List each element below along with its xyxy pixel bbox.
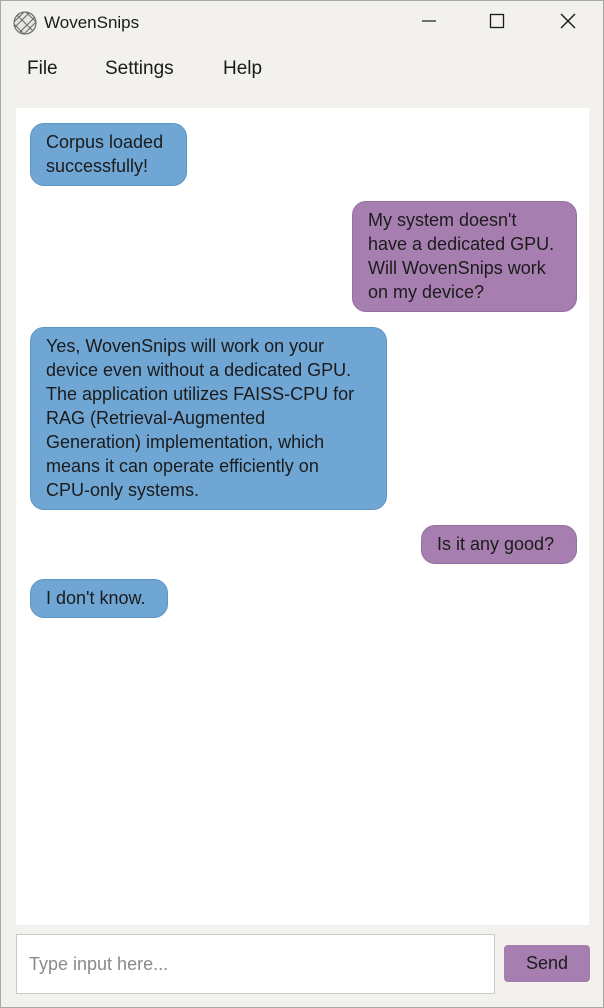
minimize-icon	[421, 13, 437, 34]
send-button[interactable]: Send	[504, 945, 590, 982]
bot-message: I don't know.	[30, 579, 168, 618]
message-input[interactable]	[16, 934, 495, 994]
chat-history[interactable]: Corpus loaded successfully! My system do…	[16, 108, 589, 925]
menu-bar: File Settings Help	[1, 45, 603, 93]
window-title: WovenSnips	[44, 13, 140, 32]
close-icon	[559, 12, 577, 35]
user-message: Is it any good?	[421, 525, 577, 564]
minimize-button[interactable]	[394, 1, 464, 45]
app-window: WovenSnips File Settings Help Corpus loa…	[0, 0, 604, 1008]
maximize-icon	[489, 13, 505, 34]
menu-settings[interactable]: Settings	[105, 57, 174, 81]
woven-sphere-icon	[13, 11, 37, 35]
bot-message: Yes, WovenSnips will work on your device…	[30, 327, 387, 510]
menu-file[interactable]: File	[27, 57, 58, 81]
bot-message: Corpus loaded successfully!	[30, 123, 187, 186]
close-button[interactable]	[533, 1, 603, 45]
maximize-button[interactable]	[462, 1, 532, 45]
user-message: My system doesn't have a dedicated GPU. …	[352, 201, 577, 312]
title-bar[interactable]: WovenSnips	[1, 1, 603, 45]
menu-help[interactable]: Help	[223, 57, 262, 81]
